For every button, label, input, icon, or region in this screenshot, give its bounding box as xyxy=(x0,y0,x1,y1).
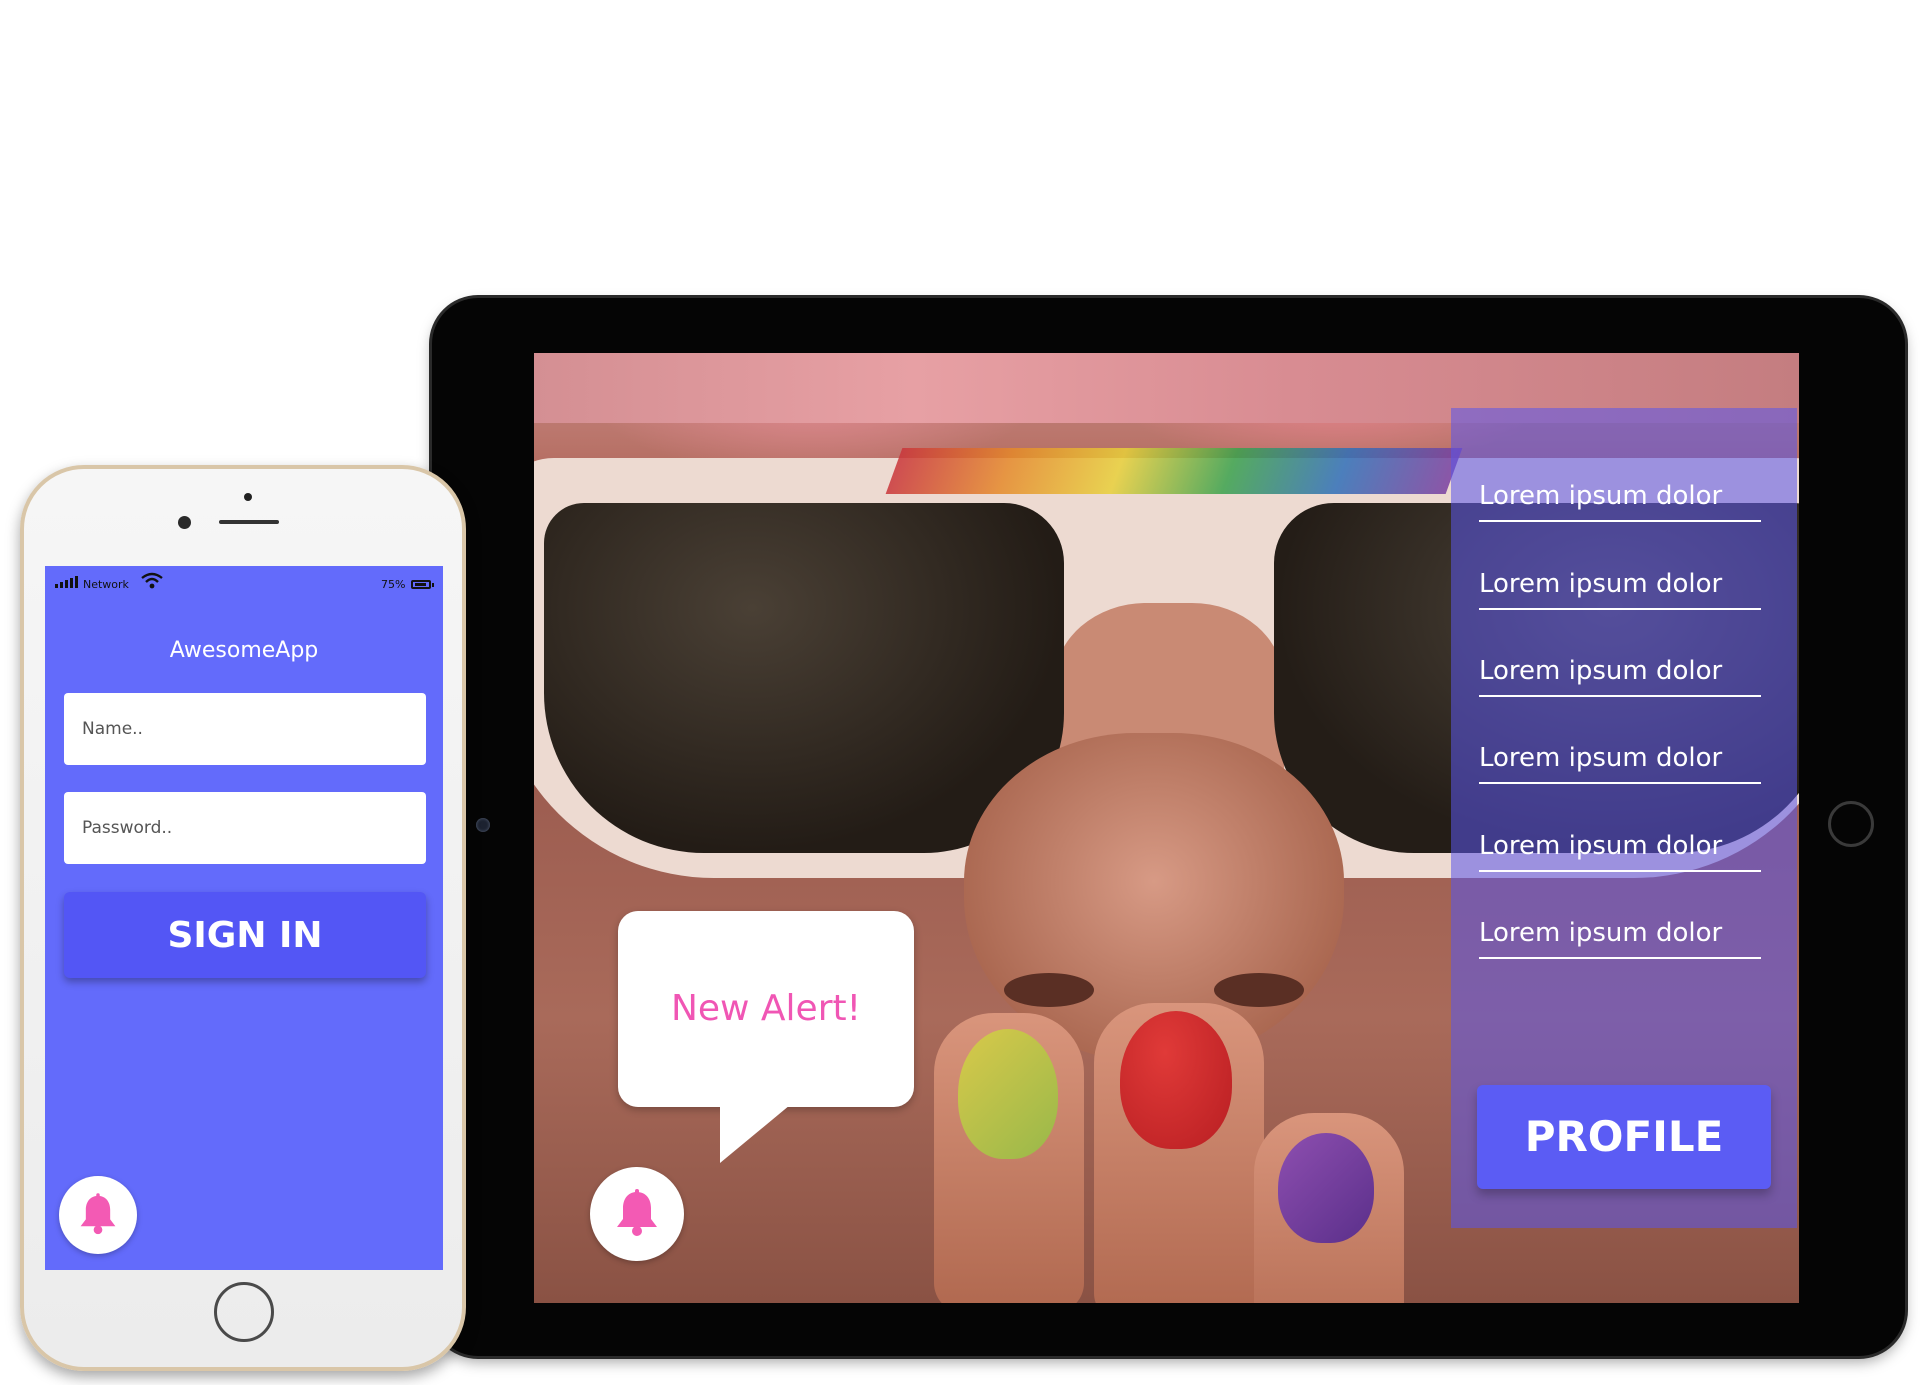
battery-label: 75% xyxy=(381,578,406,591)
name-input[interactable] xyxy=(64,693,426,765)
tablet-notification-button[interactable] xyxy=(590,1167,684,1261)
alert-bubble-tail xyxy=(720,1105,790,1163)
profile-button[interactable]: PROFILE xyxy=(1477,1085,1771,1189)
status-bar: Network 75% xyxy=(45,566,443,600)
phone-notification-button[interactable] xyxy=(59,1176,137,1254)
tablet-camera xyxy=(476,818,490,832)
signal-icon xyxy=(55,576,78,588)
photo-nostril-left xyxy=(1004,973,1094,1007)
phone-front-camera xyxy=(178,516,191,529)
photo-nostril-right xyxy=(1214,973,1304,1007)
phone-speaker xyxy=(219,520,279,524)
menu-item[interactable]: Lorem ipsum dolor xyxy=(1479,653,1761,697)
tablet-home-button[interactable] xyxy=(1828,801,1874,847)
photo-nail-red xyxy=(1120,1011,1232,1149)
alert-text: New Alert! xyxy=(670,988,862,1029)
menu-item[interactable]: Lorem ipsum dolor xyxy=(1479,915,1761,959)
photo-nail-yellow xyxy=(958,1029,1058,1159)
photo-finger-purple xyxy=(1254,1113,1404,1303)
photo-finger-yellow xyxy=(934,1013,1084,1303)
phone-home-button[interactable] xyxy=(214,1282,274,1342)
menu-item[interactable]: Lorem ipsum dolor xyxy=(1479,566,1761,610)
wifi-icon xyxy=(141,572,163,589)
bell-icon xyxy=(617,1189,657,1236)
photo-finger-red xyxy=(1094,1003,1264,1303)
app-title: AwesomeApp xyxy=(169,638,319,663)
alert-bubble: New Alert! xyxy=(618,911,914,1107)
photo-lens-left xyxy=(544,503,1064,853)
photo-nail-purple xyxy=(1278,1133,1374,1243)
sign-in-button[interactable]: SIGN IN xyxy=(64,892,426,978)
bell-icon xyxy=(80,1193,116,1235)
photo-rainbow-band xyxy=(885,448,1463,494)
phone-screen: Network 75% AwesomeApp SIGN IN xyxy=(45,566,443,1270)
menu-item[interactable]: Lorem ipsum dolor xyxy=(1479,740,1761,784)
menu-item[interactable]: Lorem ipsum dolor xyxy=(1479,828,1761,872)
menu-item[interactable]: Lorem ipsum dolor xyxy=(1479,478,1761,522)
battery-icon xyxy=(411,580,434,589)
tablet-side-menu: Lorem ipsum dolor Lorem ipsum dolor Lore… xyxy=(1451,408,1797,1228)
network-label: Network xyxy=(83,578,129,591)
password-input[interactable] xyxy=(64,792,426,864)
phone-sensor xyxy=(244,493,252,501)
